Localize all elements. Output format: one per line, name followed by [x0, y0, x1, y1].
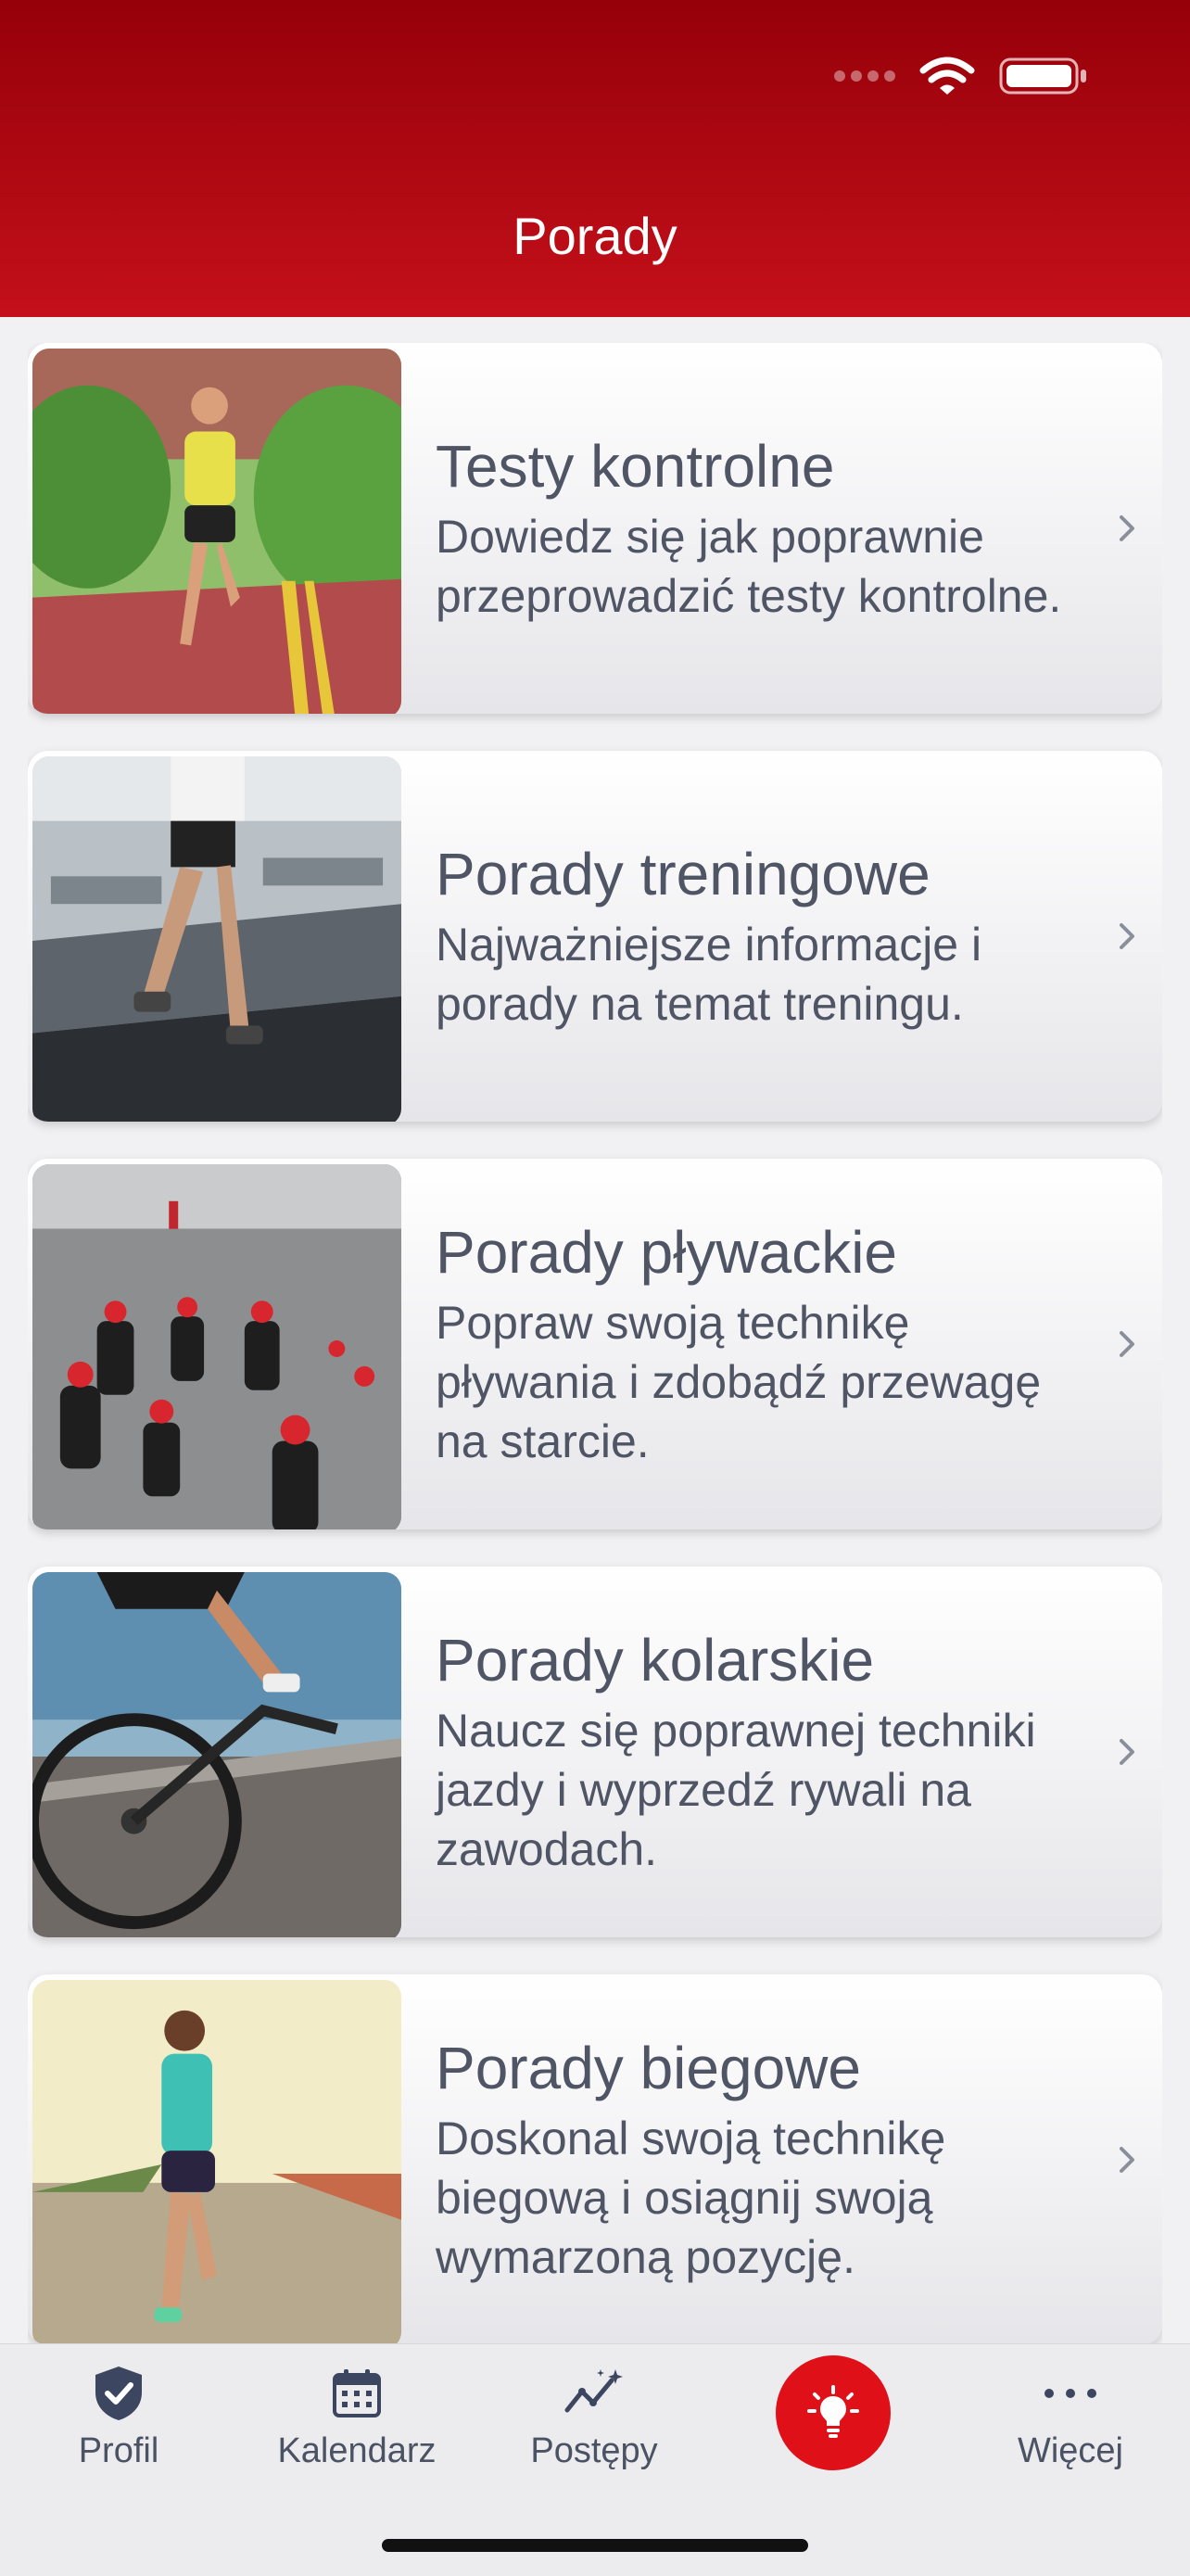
shield-check-icon	[95, 2367, 142, 2420]
runner-road-photo	[32, 349, 401, 714]
wifi-icon	[919, 57, 975, 95]
tab-kalendarz[interactable]: Kalendarz	[264, 2344, 449, 2471]
tip-card-title: Porady pływackie	[436, 1219, 897, 1286]
progress-chart-icon	[564, 2369, 623, 2413]
tip-card-porady-kolarskie[interactable]: Porady kolarskie Naucz się poprawnej tec…	[28, 1567, 1162, 1937]
open-water-swim-photo	[32, 1164, 401, 1529]
tip-card-porady-plywackie[interactable]: Porady pływackie Popraw swoją technikę p…	[28, 1159, 1162, 1529]
tip-card-porady-treningowe[interactable]: Porady treningowe Najważniejsze informac…	[28, 751, 1162, 1122]
tip-card-description: Doskonal swoją technikę biegową i osiągn…	[436, 2113, 946, 2283]
chevron-right-icon	[1120, 515, 1134, 541]
home-indicator	[382, 2539, 808, 2552]
chevron-right-icon	[1120, 1331, 1134, 1357]
tab-porady-active-button[interactable]	[776, 2355, 891, 2470]
treadmill-photo	[32, 756, 401, 1122]
tip-card-description: Najważniejsze informacje i porady na tem…	[436, 919, 982, 1030]
tab-profil[interactable]: Profil	[26, 2344, 211, 2471]
tips-list[interactable]: Testy kontrolne Dowiedz się jak poprawni…	[28, 343, 1162, 2343]
tab-label: Profil	[78, 2431, 159, 2470]
more-dots-icon	[1044, 2389, 1096, 2398]
tab-label: Postępy	[530, 2431, 658, 2470]
signal-icon	[834, 70, 895, 82]
woman-runner-photo	[32, 1980, 401, 2343]
cyclist-photo	[32, 1572, 401, 1937]
tab-label: Więcej	[1017, 2431, 1124, 2470]
battery-icon	[999, 57, 1086, 95]
chevron-right-icon	[1120, 923, 1134, 949]
header-bar: Porady	[0, 0, 1190, 317]
tip-card-testy-kontrolne[interactable]: Testy kontrolne Dowiedz się jak poprawni…	[28, 343, 1162, 714]
status-bar	[834, 56, 1088, 96]
page-title: Porady	[513, 207, 677, 265]
tip-card-title: Porady kolarskie	[436, 1627, 875, 1694]
calendar-icon	[333, 2369, 381, 2417]
tip-card-description: Dowiedz się jak poprawnie przeprowadzić …	[436, 511, 1062, 622]
lightbulb-icon	[807, 2385, 859, 2438]
tip-card-title: Porady treningowe	[436, 841, 930, 907]
tip-card-description: Popraw swoją technikę pływania i zdobądź…	[436, 1297, 1042, 1467]
tab-postepy[interactable]: Postępy	[501, 2344, 687, 2471]
chevron-right-icon	[1120, 1739, 1134, 1765]
chevron-right-icon	[1120, 2147, 1134, 2173]
tip-card-title: Testy kontrolne	[436, 433, 835, 500]
tip-card-description: Naucz się poprawnej techniki jazdy i wyp…	[436, 1705, 1036, 1875]
tab-wiecej[interactable]: Więcej	[978, 2344, 1163, 2471]
tip-card-title: Porady biegowe	[436, 2035, 861, 2101]
tip-card-porady-biegowe[interactable]: Porady biegowe Doskonal swoją technikę b…	[28, 1974, 1162, 2343]
tab-label: Kalendarz	[277, 2431, 437, 2470]
